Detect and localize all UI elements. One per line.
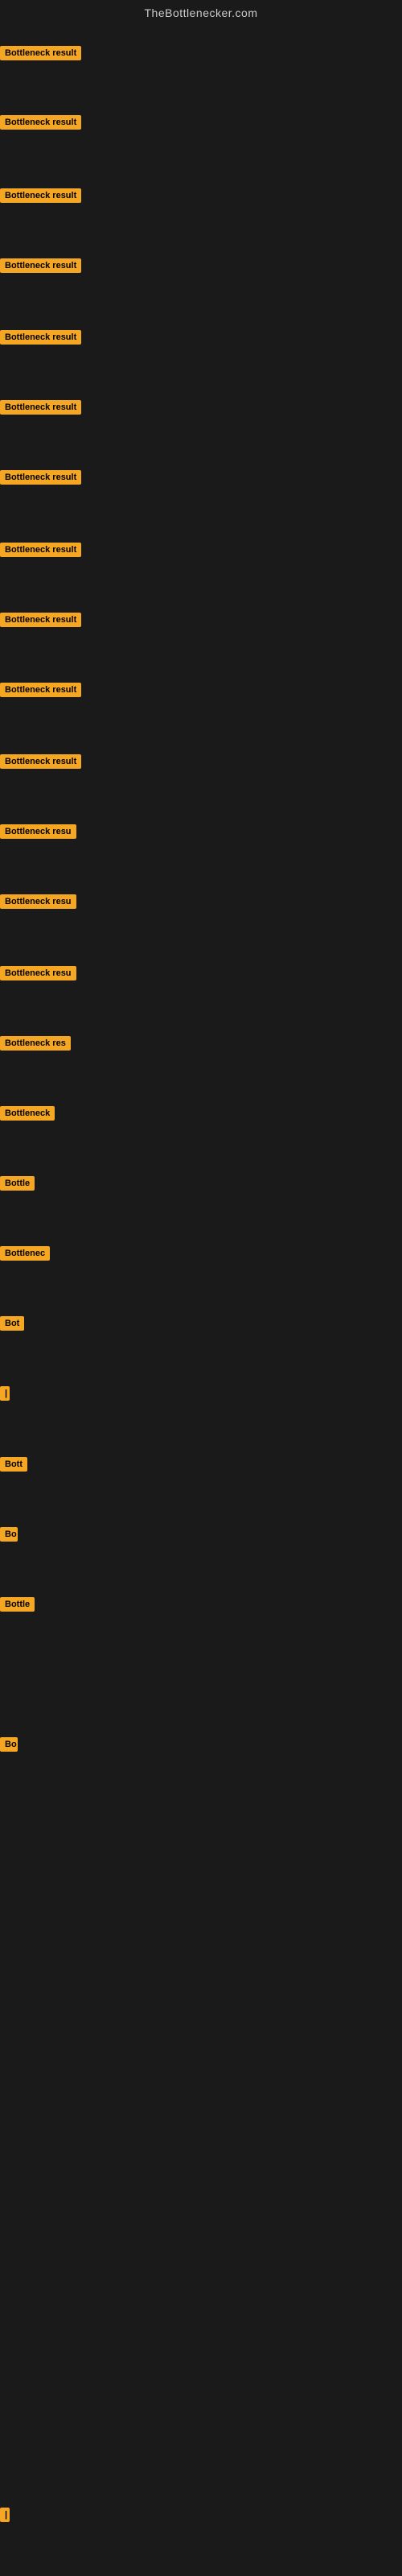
bottleneck-badge-container: Bottleneck result — [0, 46, 81, 64]
bottleneck-badge-container: Bottleneck result — [0, 115, 81, 134]
bottleneck-result-badge[interactable]: Bottleneck result — [0, 46, 81, 60]
bottleneck-result-badge[interactable]: Bottleneck resu — [0, 966, 76, 980]
bottleneck-badge-container: Bott — [0, 1457, 27, 1476]
bottleneck-result-badge[interactable]: Bottlenec — [0, 1246, 50, 1261]
bottleneck-result-badge[interactable]: Bottleneck resu — [0, 824, 76, 839]
bottleneck-badge-container: Bottleneck — [0, 1106, 55, 1125]
bottleneck-badge-container: Bo — [0, 1737, 18, 1756]
bottleneck-result-badge[interactable]: Bot — [0, 1316, 24, 1331]
bottleneck-result-badge[interactable]: Bottleneck result — [0, 258, 81, 273]
bottleneck-badge-container: Bo — [0, 1527, 18, 1546]
bottleneck-badge-container: Bottleneck result — [0, 543, 81, 561]
bottleneck-badge-container: Bottle — [0, 1176, 35, 1195]
bottleneck-result-badge[interactable]: | — [0, 2508, 10, 2522]
bottleneck-badge-container: Bottleneck result — [0, 188, 81, 207]
bottleneck-badge-container: Bottleneck result — [0, 683, 81, 701]
bottleneck-badge-container: Bottleneck resu — [0, 824, 76, 843]
bottleneck-badge-container: Bottleneck result — [0, 258, 81, 277]
bottleneck-result-badge[interactable]: Bottleneck result — [0, 754, 81, 769]
bottleneck-badge-container: | — [0, 1386, 10, 1405]
bottleneck-result-badge[interactable]: Bottleneck resu — [0, 894, 76, 909]
bottleneck-result-badge[interactable]: Bottleneck result — [0, 613, 81, 627]
bottleneck-badge-container: Bottleneck resu — [0, 966, 76, 985]
bottleneck-badge-container: Bottleneck result — [0, 400, 81, 419]
bottleneck-result-badge[interactable]: Bottleneck result — [0, 330, 81, 345]
bottleneck-badge-container: Bottleneck resu — [0, 894, 76, 913]
bottleneck-badge-container: Bottle — [0, 1597, 35, 1616]
bottleneck-badge-container: Bottleneck result — [0, 754, 81, 773]
bottleneck-result-badge[interactable]: Bottleneck result — [0, 115, 81, 130]
bottleneck-badge-container: Bottleneck result — [0, 470, 81, 489]
bottleneck-result-badge[interactable]: Bottle — [0, 1176, 35, 1191]
bottleneck-result-badge[interactable]: Bo — [0, 1527, 18, 1542]
bottleneck-result-badge[interactable]: Bottleneck result — [0, 683, 81, 697]
bottleneck-badge-container: Bot — [0, 1316, 24, 1335]
bottleneck-result-badge[interactable]: Bottleneck result — [0, 400, 81, 415]
bottleneck-result-badge[interactable]: Bottleneck result — [0, 470, 81, 485]
bottleneck-result-badge[interactable]: Bottleneck res — [0, 1036, 71, 1051]
bottleneck-result-badge[interactable]: | — [0, 1386, 10, 1401]
bottleneck-result-badge[interactable]: Bottle — [0, 1597, 35, 1612]
bottleneck-badge-container: Bottleneck res — [0, 1036, 71, 1055]
bottleneck-result-badge[interactable]: Bottleneck — [0, 1106, 55, 1121]
bottleneck-result-badge[interactable]: Bottleneck result — [0, 188, 81, 203]
site-title: TheBottlenecker.com — [0, 0, 402, 26]
bottleneck-badge-container: Bottlenec — [0, 1246, 50, 1265]
bottleneck-result-badge[interactable]: Bott — [0, 1457, 27, 1472]
bottleneck-badge-container: | — [0, 2508, 10, 2526]
bottleneck-result-badge[interactable]: Bottleneck result — [0, 543, 81, 557]
bottleneck-badge-container: Bottleneck result — [0, 330, 81, 349]
bottleneck-result-badge[interactable]: Bo — [0, 1737, 18, 1752]
bottleneck-badge-container: Bottleneck result — [0, 613, 81, 631]
